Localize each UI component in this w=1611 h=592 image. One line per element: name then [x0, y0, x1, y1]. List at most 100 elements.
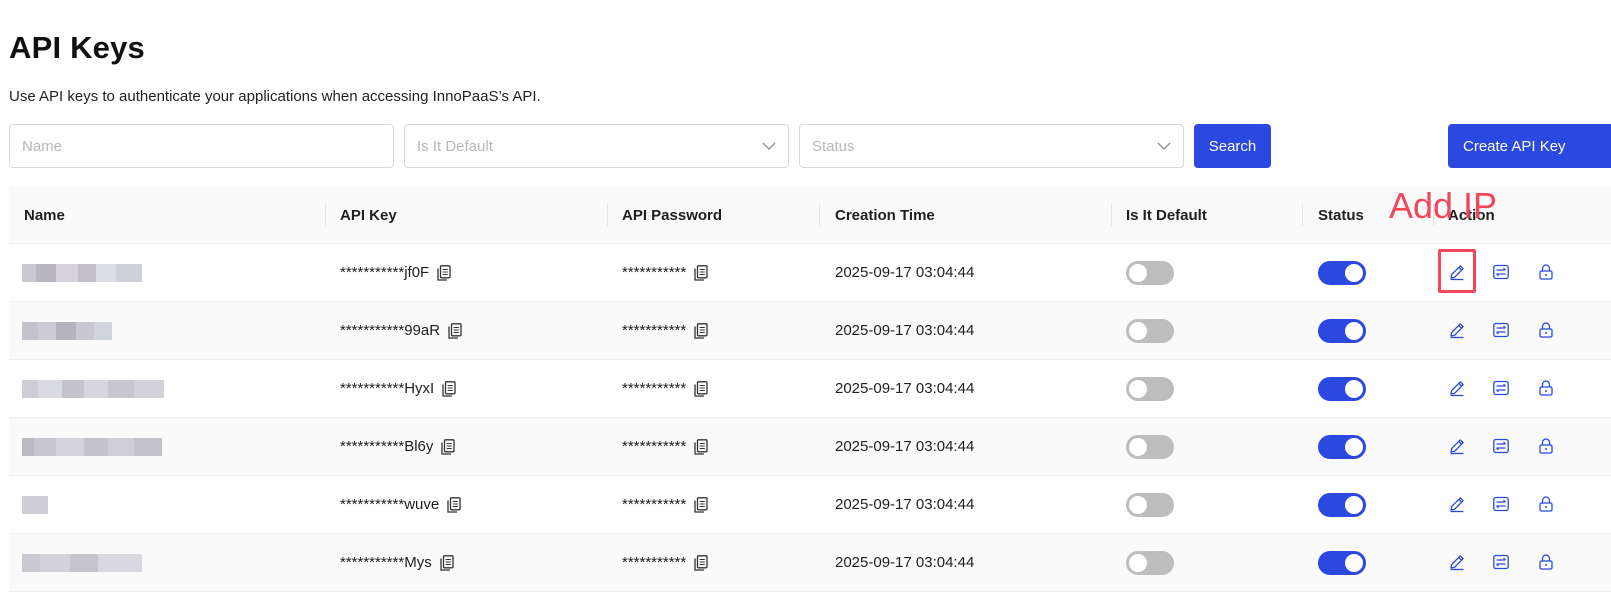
status-filter-placeholder: Status	[812, 137, 855, 155]
status-toggle[interactable]	[1318, 318, 1366, 343]
table-row: ***********HyxI *********** 2025-09-17 0…	[9, 360, 1611, 418]
column-header-api-password: API Password	[622, 206, 723, 224]
status-toggle[interactable]	[1318, 376, 1366, 401]
column-header-creation-time: Creation Time	[835, 206, 935, 224]
search-button[interactable]: Search	[1194, 124, 1271, 168]
is-default-filter-select[interactable]: Is It Default	[404, 124, 789, 168]
edit-icon[interactable]	[1446, 377, 1468, 399]
column-header-status: Status	[1318, 206, 1364, 224]
is-default-toggle[interactable]	[1126, 318, 1174, 343]
row-name-cell	[22, 302, 112, 359]
name-filter-input[interactable]	[9, 124, 394, 168]
status-toggle[interactable]	[1318, 550, 1366, 575]
row-creation-time-cell: 2025-09-17 03:04:44	[835, 264, 975, 281]
copy-icon[interactable]	[448, 322, 462, 339]
is-default-toggle[interactable]	[1126, 550, 1174, 575]
create-api-key-button[interactable]: Create API Key	[1448, 124, 1611, 168]
redacted-name	[22, 379, 164, 398]
status-filter-select[interactable]: Status	[799, 124, 1184, 168]
row-api-password-cell: ***********	[622, 302, 708, 359]
row-is-default-cell	[1126, 476, 1174, 533]
row-api-key-cell: ***********HyxI	[340, 360, 456, 417]
copy-icon[interactable]	[440, 554, 454, 571]
edit-icon[interactable]	[1446, 435, 1468, 457]
api-keys-table: Name API Key API Password Creation Time …	[9, 187, 1611, 592]
row-name-cell	[22, 476, 48, 533]
column-divider	[1111, 204, 1112, 226]
toggle-knob	[1129, 321, 1147, 340]
redacted-name	[22, 321, 112, 340]
toggle-knob	[1129, 437, 1147, 456]
ip-settings-icon[interactable]	[1490, 551, 1512, 573]
ip-settings-icon[interactable]	[1490, 319, 1512, 341]
table-row: ***********99aR *********** 2025-09-17 0…	[9, 302, 1611, 360]
row-status-cell	[1318, 360, 1366, 417]
status-toggle[interactable]	[1318, 492, 1366, 517]
status-toggle[interactable]	[1318, 260, 1366, 285]
redacted-name	[22, 263, 142, 282]
toggle-knob	[1345, 379, 1363, 398]
ip-settings-icon[interactable]	[1490, 435, 1512, 457]
row-api-password-cell: ***********	[622, 534, 708, 591]
api-key-value: ***********Mys	[340, 554, 432, 571]
api-password-value: ***********	[622, 496, 687, 513]
is-default-toggle[interactable]	[1126, 376, 1174, 401]
lock-icon[interactable]	[1535, 435, 1557, 457]
api-password-value: ***********	[622, 322, 687, 339]
copy-icon[interactable]	[694, 496, 708, 513]
copy-icon[interactable]	[694, 438, 708, 455]
lock-icon[interactable]	[1535, 377, 1557, 399]
edit-icon[interactable]	[1446, 551, 1468, 573]
edit-icon[interactable]	[1446, 493, 1468, 515]
lock-icon[interactable]	[1535, 319, 1557, 341]
copy-icon[interactable]	[441, 438, 456, 455]
copy-icon[interactable]	[442, 380, 456, 397]
is-default-toggle[interactable]	[1126, 434, 1174, 459]
is-default-toggle[interactable]	[1126, 260, 1174, 285]
is-default-toggle[interactable]	[1126, 492, 1174, 517]
row-creation-time-cell: 2025-09-17 03:04:44	[835, 496, 975, 513]
lock-icon[interactable]	[1535, 551, 1557, 573]
table-row: ***********jf0F *********** 2025-09-17 0…	[9, 244, 1611, 302]
edit-icon[interactable]	[1446, 319, 1468, 341]
toggle-knob	[1345, 495, 1363, 514]
row-api-key-cell: ***********99aR	[340, 302, 462, 359]
column-header-name: Name	[24, 206, 65, 224]
toggle-knob	[1345, 321, 1363, 340]
lock-icon[interactable]	[1535, 261, 1557, 283]
copy-icon[interactable]	[694, 554, 708, 571]
ip-settings-icon[interactable]	[1490, 493, 1512, 515]
copy-icon[interactable]	[694, 322, 708, 339]
row-creation-time-cell: 2025-09-17 03:04:44	[835, 554, 975, 571]
row-status-cell	[1318, 302, 1366, 359]
lock-icon[interactable]	[1535, 493, 1557, 515]
column-divider	[1302, 204, 1303, 226]
row-api-password-cell: ***********	[622, 360, 708, 417]
toggle-knob	[1129, 263, 1147, 282]
ip-settings-icon[interactable]	[1490, 377, 1512, 399]
copy-icon[interactable]	[694, 380, 708, 397]
copy-icon[interactable]	[447, 496, 461, 513]
row-name-cell	[22, 418, 162, 475]
table-row: ***********wuve *********** 2025-09-17 0…	[9, 476, 1611, 534]
redacted-name	[22, 495, 48, 514]
api-key-value: ***********jf0F	[340, 264, 430, 281]
add-ip-annotation: Add IP	[1389, 185, 1498, 226]
row-api-password-cell: ***********	[622, 244, 708, 301]
redacted-name	[22, 553, 142, 572]
toggle-knob	[1129, 495, 1147, 514]
page-title: API Keys	[9, 30, 145, 65]
api-password-value: ***********	[622, 264, 687, 281]
row-creation-time-cell: 2025-09-17 03:04:44	[835, 322, 975, 339]
table-header: Name API Key API Password Creation Time …	[9, 187, 1611, 244]
status-toggle[interactable]	[1318, 434, 1366, 459]
copy-icon[interactable]	[694, 264, 708, 281]
toggle-knob	[1345, 263, 1363, 282]
ip-settings-icon[interactable]	[1490, 261, 1512, 283]
copy-icon[interactable]	[437, 264, 451, 281]
api-keys-page: API Keys Use API keys to authenticate yo…	[9, 0, 1611, 592]
api-key-value: ***********Bl6y	[340, 438, 434, 455]
column-header-api-key: API Key	[340, 206, 397, 224]
api-password-value: ***********	[622, 438, 687, 455]
row-name-cell	[22, 244, 142, 301]
